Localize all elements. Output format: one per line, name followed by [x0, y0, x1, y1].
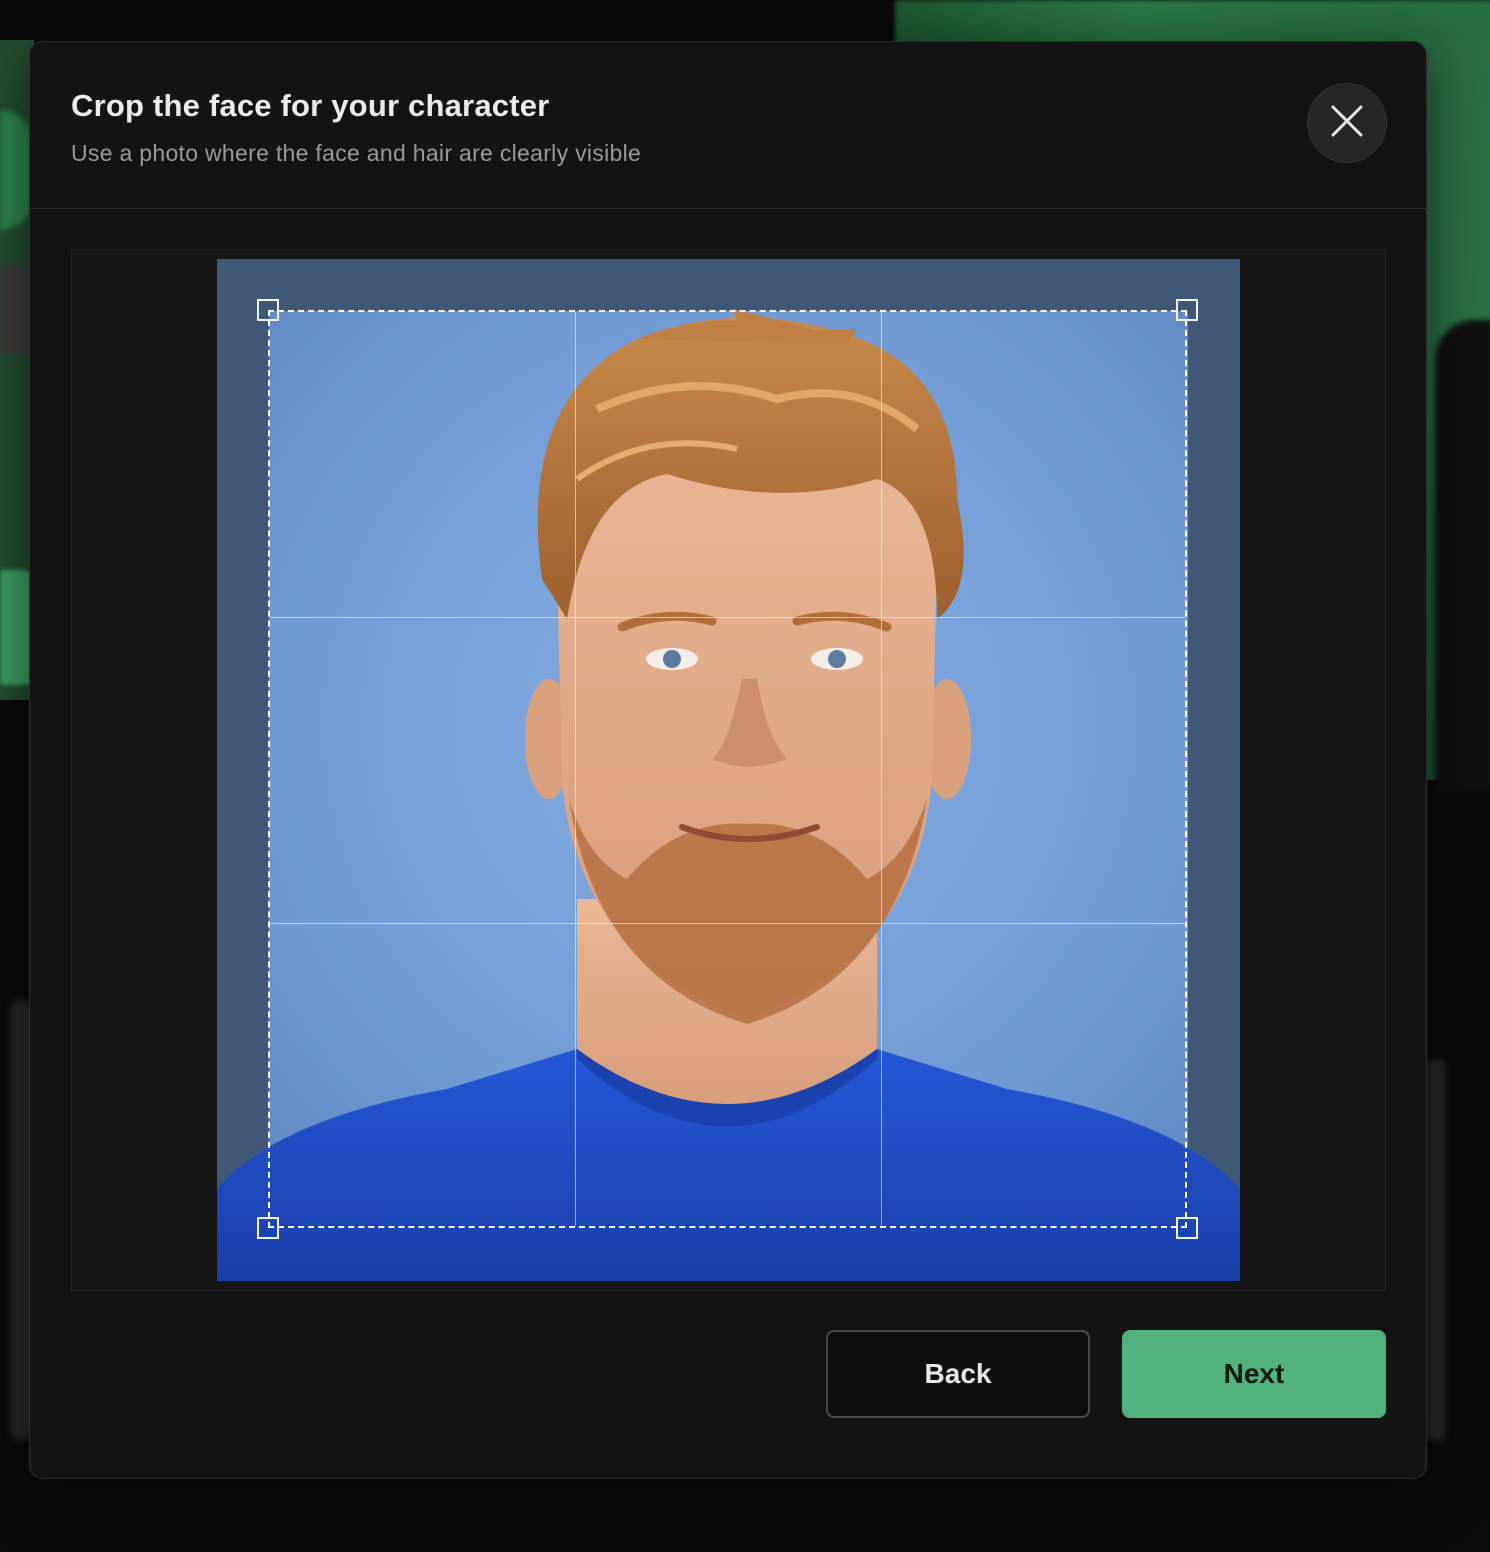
crop-grid-line — [270, 923, 1185, 924]
crop-grid-line — [270, 617, 1185, 618]
uploaded-photo — [217, 259, 1240, 1281]
crop-handle-bottom-left[interactable] — [257, 1217, 279, 1239]
close-button[interactable] — [1307, 83, 1387, 163]
back-button[interactable]: Back — [826, 1330, 1090, 1418]
crop-handle-top-left[interactable] — [257, 299, 279, 321]
crop-area — [71, 249, 1386, 1291]
crop-grid-line — [575, 312, 576, 1226]
crop-face-modal: Crop the face for your character Use a p… — [29, 41, 1427, 1479]
modal-title: Crop the face for your character — [71, 88, 550, 123]
modal-subtitle: Use a photo where the face and hair are … — [71, 140, 642, 166]
crop-selection-box[interactable] — [257, 299, 1198, 1239]
crop-grid-line — [881, 312, 882, 1226]
background-card-right — [1425, 1060, 1445, 1440]
close-icon — [1330, 104, 1364, 143]
crop-handle-bottom-right[interactable] — [1176, 1217, 1198, 1239]
next-button[interactable]: Next — [1122, 1330, 1386, 1418]
modal-header: Crop the face for your character Use a p… — [30, 42, 1426, 209]
background-right-panel — [1425, 40, 1490, 790]
crop-handle-top-right[interactable] — [1176, 299, 1198, 321]
